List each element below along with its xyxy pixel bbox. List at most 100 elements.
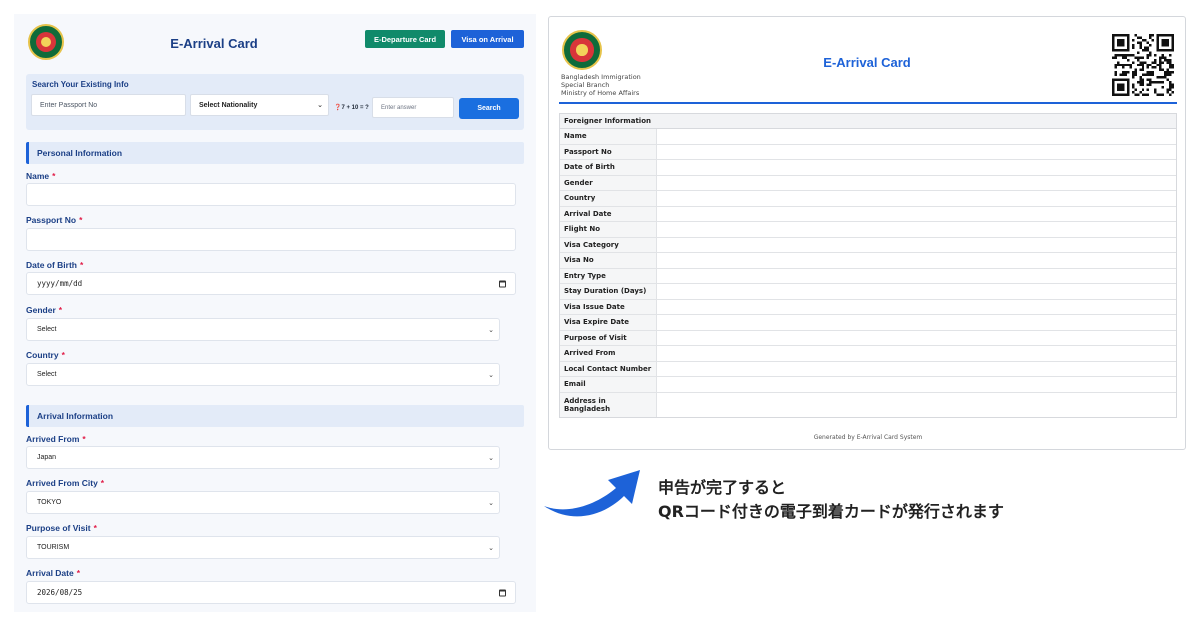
table-row: Visa No [560,253,1176,269]
table-row-value [657,346,1176,361]
chevron-down-icon: ⌄ [488,371,494,379]
chevron-down-icon: ⌄ [488,454,494,462]
nationality-select[interactable]: Select Nationality ⌄ [190,94,329,116]
table-row-label: Address in Bangladesh [560,392,657,417]
table-row-value [657,269,1176,284]
table-row-value [657,207,1176,222]
table-row-label: Stay Duration (Days) [560,284,657,299]
table-row-label: Date of Birth [560,160,657,175]
table-row: Stay Duration (Days) [560,284,1176,300]
table-row-label: Gender [560,175,657,190]
government-emblem-icon [28,24,64,60]
personal-information-header: Personal Information [26,142,524,164]
table-row-value [657,145,1176,160]
country-select[interactable]: Select ⌄ [26,363,500,386]
form-title: E-Arrival Card [170,36,258,51]
table-row-label: Passport No [560,144,657,159]
gender-label: Gender * [26,305,63,315]
table-row-label: Arrived From [560,346,657,361]
captcha-answer-input[interactable]: Enter answer [372,97,454,118]
table-row-value [657,315,1176,330]
table-row-label: Visa Category [560,237,657,252]
table-row: Country [560,191,1176,207]
table-header: Foreigner Information [560,114,1176,129]
country-label: Country * [26,350,65,360]
table-row: Gender [560,175,1176,191]
table-row-value [657,238,1176,253]
table-row-value [657,191,1176,206]
arrived-from-label: Arrived From * [26,434,86,444]
table-row-value [657,222,1176,237]
table-row-value [657,129,1176,144]
divider [559,102,1177,104]
table-row-value [657,331,1176,346]
table-row-value [657,393,1176,417]
chevron-down-icon: ⌄ [488,499,494,507]
search-title: Search Your Existing Info [32,80,129,89]
calendar-icon[interactable] [499,280,506,287]
chevron-down-icon: ⌄ [317,102,323,109]
table-row: Visa Expire Date [560,315,1176,331]
table-row-value [657,284,1176,299]
table-row-value [657,160,1176,175]
table-row-label: Email [560,377,657,392]
table-row: Date of Birth [560,160,1176,176]
table-row-label: Name [560,129,657,144]
table-row-label: Local Contact Number [560,361,657,376]
table-row: Email [560,377,1176,393]
arrived-from-select[interactable]: Japan ⌄ [26,446,500,469]
government-emblem-icon [562,30,602,70]
table-row: Entry Type [560,268,1176,284]
table-row-label: Arrival Date [560,206,657,221]
e-departure-card-button[interactable]: E-Departure Card [365,30,445,48]
arrival-form-panel: E-Arrival Card E-Departure Card Visa on … [14,14,536,612]
card-title: E-Arrival Card [823,55,911,70]
search-passport-input[interactable]: Enter Passport No [31,94,186,116]
purpose-label: Purpose of Visit * [26,523,97,533]
passport-input[interactable] [26,228,516,251]
name-input[interactable] [26,183,516,206]
table-row: Name [560,129,1176,145]
search-existing-info-panel: Search Your Existing Info Enter Passport… [26,74,524,130]
table-row-value [657,300,1176,315]
table-row-value [657,362,1176,377]
e-arrival-card-preview: Bangladesh Immigration Special Branch Mi… [548,16,1186,450]
table-row: Purpose of Visit [560,330,1176,346]
purpose-select[interactable]: TOURISM ⌄ [26,536,500,559]
table-row: Arrived From [560,346,1176,362]
table-row: Local Contact Number [560,361,1176,377]
arrival-information-header: Arrival Information [26,405,524,427]
arrival-date-label: Arrival Date * [26,568,81,578]
passport-label: Passport No * [26,215,83,225]
table-row: Flight No [560,222,1176,238]
chevron-down-icon: ⌄ [488,544,494,552]
table-row-label: Visa No [560,253,657,268]
table-row-label: Flight No [560,222,657,237]
visa-on-arrival-button[interactable]: Visa on Arrival [451,30,524,48]
arrival-date-input[interactable]: 2026/08/25 [26,581,516,604]
captcha-question: ❓7 + 10 = ? [334,105,369,111]
qr-code-icon [1112,34,1174,96]
name-label: Name * [26,171,56,181]
arrived-city-label: Arrived From City * [26,478,105,488]
search-button[interactable]: Search [459,98,519,119]
calendar-icon[interactable] [499,589,506,596]
table-row-label: Visa Expire Date [560,315,657,330]
foreigner-information-table: Foreigner Information Name Passport No Dat… [559,113,1177,418]
table-row-value [657,253,1176,268]
chevron-down-icon: ⌄ [488,326,494,334]
caption-line-2: QRコード付きの電子到着カードが発行されます [658,502,1004,521]
nationality-select-value: Select Nationality [199,101,258,109]
table-row: Passport No [560,144,1176,160]
card-footer: Generated by E-Arrival Card System [813,434,923,441]
gender-select[interactable]: Select ⌄ [26,318,500,341]
table-row: Visa Issue Date [560,299,1176,315]
table-row-label: Visa Issue Date [560,299,657,314]
dob-input[interactable]: yyyy/mm/dd [26,272,516,295]
table-row-value [657,377,1176,392]
table-row: Visa Category [560,237,1176,253]
table-row-label: Country [560,191,657,206]
arrived-city-select[interactable]: TOKYO ⌄ [26,491,500,514]
table-row-label: Purpose of Visit [560,330,657,345]
arrow-icon [544,470,640,517]
